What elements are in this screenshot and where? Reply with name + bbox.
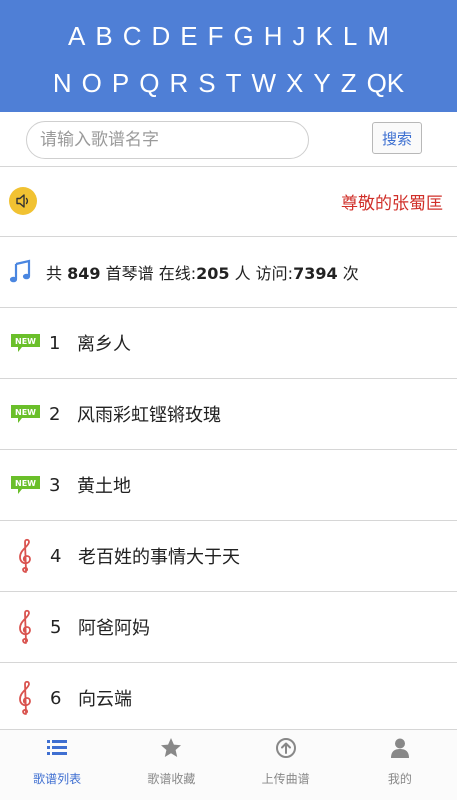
tab-label: 歌谱收藏 xyxy=(147,772,196,786)
user-icon xyxy=(390,738,409,758)
notice-bar: 尊敬的张蜀匡 xyxy=(0,167,457,237)
stats-unit-people: 人 访问: xyxy=(234,264,294,283)
list-item[interactable]: 5 阿爸阿妈 xyxy=(0,592,457,663)
song-number: 6 xyxy=(50,687,62,709)
tab-upload[interactable]: 上传曲谱 xyxy=(229,730,343,800)
song-title: 离乡人 xyxy=(77,334,131,355)
letter-r[interactable]: R xyxy=(164,67,193,99)
letter-h[interactable]: H xyxy=(259,20,288,52)
letter-s[interactable]: S xyxy=(193,67,220,99)
song-number: 4 xyxy=(50,545,62,567)
new-badge-icon: NEW xyxy=(11,334,40,352)
tab-me[interactable]: 我的 xyxy=(343,730,457,800)
new-badge-icon: NEW xyxy=(11,405,40,423)
song-title: 老百姓的事情大于天 xyxy=(78,547,240,568)
song-title: 黄土地 xyxy=(77,476,131,497)
search-input[interactable] xyxy=(26,121,309,159)
upload-icon xyxy=(275,738,296,758)
song-number: 3 xyxy=(49,474,61,496)
letter-f[interactable]: F xyxy=(203,20,229,52)
song-title: 风雨彩虹铿锵玫瑰 xyxy=(77,405,221,426)
song-title: 向云端 xyxy=(78,689,132,710)
music-note-icon xyxy=(9,259,31,285)
song-number: 5 xyxy=(50,616,62,638)
tab-song-list[interactable]: 歌谱列表 xyxy=(0,730,114,800)
letter-k[interactable]: K xyxy=(311,20,338,52)
stats-visits: 7394 xyxy=(293,264,338,283)
star-icon xyxy=(161,738,182,757)
letter-b[interactable]: B xyxy=(90,20,117,52)
list-item[interactable]: 4 老百姓的事情大于天 xyxy=(0,521,457,592)
letter-g[interactable]: G xyxy=(228,20,258,52)
treble-clef-icon xyxy=(19,538,31,573)
song-list: NEW 1 离乡人 NEW 2 风雨彩虹铿锵玫瑰 NEW 3 黄土地 4 老百姓… xyxy=(0,308,457,734)
stats-text: 共 849 首琴谱 在线:205 人 访问:7394 次 xyxy=(46,260,359,284)
letter-a[interactable]: A xyxy=(63,20,90,52)
svg-text:NEW: NEW xyxy=(15,479,36,488)
stats-unit-times: 次 xyxy=(342,264,359,283)
stats-unit-scores: 首琴谱 在线: xyxy=(105,264,197,283)
song-number: 2 xyxy=(49,403,61,425)
letter-q[interactable]: Q xyxy=(134,67,164,99)
letter-x[interactable]: X xyxy=(281,67,308,99)
tab-label: 上传曲谱 xyxy=(261,772,310,786)
letter-y[interactable]: Y xyxy=(308,67,335,99)
letter-o[interactable]: O xyxy=(77,67,107,99)
letter-l[interactable]: L xyxy=(338,20,362,52)
song-number: 1 xyxy=(49,332,61,354)
alphabet-row-1: A B C D E F G H J K L M xyxy=(0,20,457,52)
letter-e[interactable]: E xyxy=(175,20,202,52)
letter-qk[interactable]: QK xyxy=(362,67,410,99)
search-button[interactable]: 搜索 xyxy=(372,122,422,154)
stats-online: 205 xyxy=(196,264,230,283)
treble-clef-icon xyxy=(19,609,31,644)
song-title: 阿爸阿妈 xyxy=(78,618,150,639)
list-item[interactable]: NEW 1 离乡人 xyxy=(0,308,457,379)
list-item[interactable]: NEW 2 风雨彩虹铿锵玫瑰 xyxy=(0,379,457,450)
letter-t[interactable]: T xyxy=(221,67,247,99)
letter-m[interactable]: M xyxy=(362,20,394,52)
list-icon xyxy=(47,740,68,755)
letter-c[interactable]: C xyxy=(118,20,147,52)
stats-row: 共 849 首琴谱 在线:205 人 访问:7394 次 xyxy=(0,237,457,308)
tab-label: 歌谱列表 xyxy=(33,772,82,786)
alphabet-row-2: N O P Q R S T W X Y Z QK xyxy=(0,67,457,99)
svg-text:NEW: NEW xyxy=(15,337,36,346)
letter-j[interactable]: J xyxy=(288,20,311,52)
stats-prefix: 共 xyxy=(46,264,63,283)
letter-w[interactable]: W xyxy=(246,67,281,99)
treble-clef-icon xyxy=(19,680,31,715)
notice-text: 尊敬的张蜀匡 xyxy=(341,194,443,214)
tab-label: 我的 xyxy=(387,772,412,786)
list-item[interactable]: NEW 3 黄土地 xyxy=(0,450,457,521)
stats-total: 849 xyxy=(67,264,101,283)
alphabet-index-bar: A B C D E F G H J K L M N O P Q R S T W … xyxy=(0,0,457,112)
letter-d[interactable]: D xyxy=(146,20,175,52)
letter-n[interactable]: N xyxy=(48,67,77,99)
bottom-tab-bar: 歌谱列表 歌谱收藏 上传曲谱 我的 xyxy=(0,729,457,800)
speaker-icon xyxy=(9,187,37,215)
search-bar: 搜索 xyxy=(0,112,457,167)
svg-text:NEW: NEW xyxy=(15,408,36,417)
tab-favorites[interactable]: 歌谱收藏 xyxy=(114,730,228,800)
new-badge-icon: NEW xyxy=(11,476,40,494)
letter-z[interactable]: Z xyxy=(336,67,362,99)
letter-p[interactable]: P xyxy=(107,67,134,99)
list-item[interactable]: 6 向云端 xyxy=(0,663,457,734)
